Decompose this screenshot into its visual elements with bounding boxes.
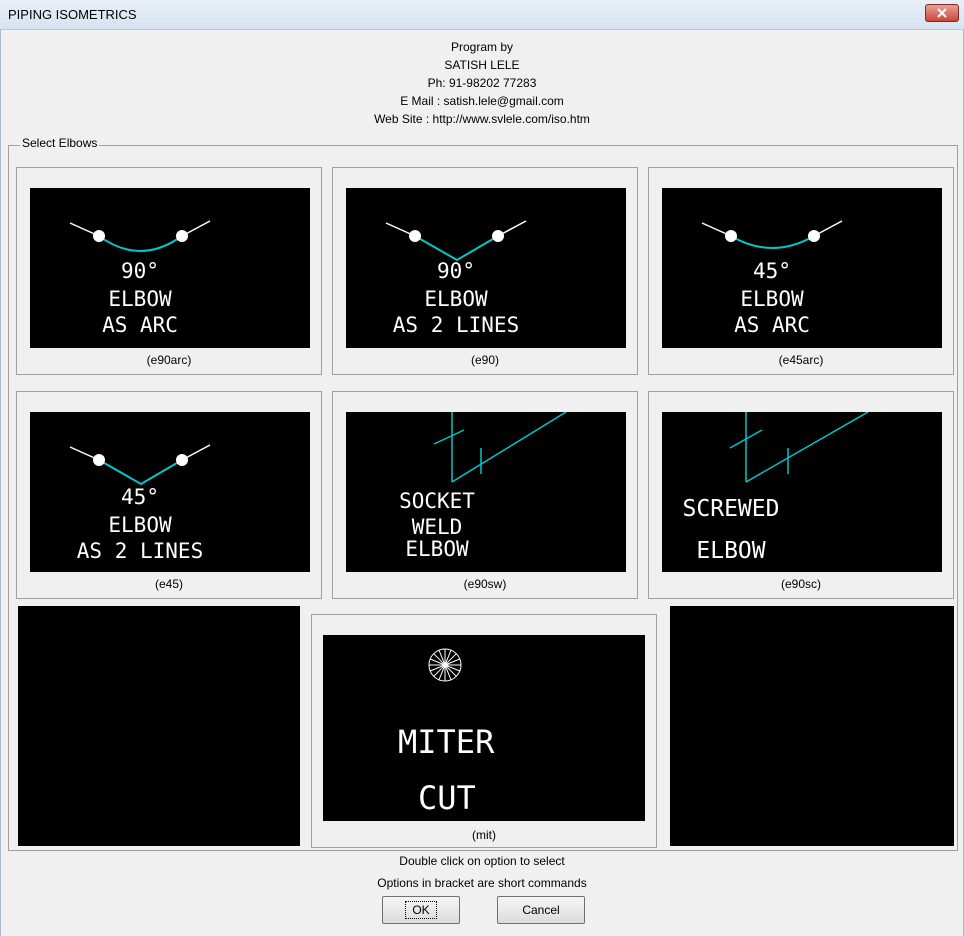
empty-pane-left — [18, 606, 300, 846]
ok-label: OK — [405, 901, 437, 919]
option-e45arc[interactable]: 45° ELBOW AS ARC (e45arc) — [648, 167, 954, 375]
tile-text-line: AS 2 LINES — [393, 313, 519, 337]
instruction-double-click: Double click on option to select — [399, 854, 565, 868]
groupbox-label: Select Elbows — [20, 136, 100, 150]
credits: Program by SATISH LELE Ph: 91-98202 7728… — [0, 38, 964, 128]
tile-text-line: AS ARC — [102, 313, 178, 337]
tile-text-line: ELBOW — [424, 287, 488, 311]
tile-text-line: ELBOW — [108, 513, 172, 537]
short-command: (e90arc) — [146, 353, 192, 367]
tile-text-line: ELBOW — [405, 537, 469, 561]
elbow-lines-graphic — [69, 444, 211, 486]
tile-text-line: WELD — [412, 515, 463, 539]
option-mit[interactable]: MITER CUT (mit) — [311, 614, 657, 848]
title-bar: PIPING ISOMETRICS — [0, 0, 964, 30]
tile-text-line: 45° — [753, 259, 791, 283]
option-e90sc[interactable]: SCREWED ELBOW (e90sc) — [648, 391, 954, 599]
short-command: (mit) — [472, 828, 496, 842]
author-phone: Ph: 91-98202 77283 — [427, 76, 537, 90]
empty-pane-right — [670, 606, 954, 846]
window-title: PIPING ISOMETRICS — [8, 7, 137, 22]
elbow-arc-graphic — [69, 220, 211, 252]
close-button[interactable] — [925, 4, 959, 22]
tile-text-line: AS ARC — [734, 313, 810, 337]
tile-text-line: ELBOW — [696, 538, 765, 564]
short-command: (e90sc) — [780, 577, 821, 591]
cancel-label: Cancel — [522, 903, 560, 917]
short-command: (e90sw) — [463, 577, 507, 591]
miter-cut-graphic — [428, 648, 462, 682]
elbow-arc-graphic — [701, 220, 843, 249]
e90sw-preview: SOCKET WELD ELBOW — [346, 411, 626, 572]
tile-text-line: 90° — [437, 259, 475, 283]
e45arc-preview: 45° ELBOW AS ARC — [662, 188, 942, 348]
ok-button[interactable]: OK — [382, 896, 460, 924]
option-e90[interactable]: 90° ELBOW AS 2 LINES (e90) — [332, 167, 638, 375]
credits-label: Program by — [450, 40, 514, 54]
e45-preview: 45° ELBOW AS 2 LINES — [30, 412, 310, 572]
screwed-elbow-graphic — [729, 411, 869, 483]
option-e90sw[interactable]: SOCKET WELD ELBOW (e90sw) — [332, 391, 638, 599]
e90-preview: 90° ELBOW AS 2 LINES — [346, 188, 626, 348]
close-icon — [937, 8, 947, 18]
option-e45[interactable]: 45° ELBOW AS 2 LINES (e45) — [16, 391, 322, 599]
tile-text-line: AS 2 LINES — [77, 539, 203, 563]
option-e90arc[interactable]: 90° ELBOW AS ARC (e90arc) — [16, 167, 322, 375]
cancel-button[interactable]: Cancel — [497, 896, 585, 924]
short-command: (e90) — [470, 353, 499, 367]
author-email: E Mail : satish.lele@gmail.com — [400, 94, 564, 108]
e90sc-preview: SCREWED ELBOW — [662, 411, 942, 572]
elbow-lines-graphic — [385, 220, 527, 262]
author-name: SATISH LELE — [444, 58, 520, 72]
e90arc-preview: 90° ELBOW AS ARC — [30, 188, 310, 348]
tile-text-line: 90° — [121, 259, 159, 283]
short-command: (e45) — [154, 577, 183, 591]
author-website: Web Site : http://www.svlele.com/iso.htm — [374, 112, 590, 126]
tile-text-line: ELBOW — [108, 287, 172, 311]
instruction-short-commands: Options in bracket are short commands — [377, 876, 587, 890]
tile-text-line: SCREWED — [683, 496, 780, 522]
tile-text-line: SOCKET — [399, 489, 475, 513]
socket-weld-graphic — [433, 411, 567, 483]
tile-text-line: CUT — [418, 779, 476, 817]
short-command: (e45arc) — [778, 353, 824, 367]
tile-text-line: 45° — [121, 485, 159, 509]
tile-text-line: MITER — [398, 723, 495, 761]
mit-preview: MITER CUT — [323, 635, 645, 821]
tile-text-line: ELBOW — [740, 287, 804, 311]
